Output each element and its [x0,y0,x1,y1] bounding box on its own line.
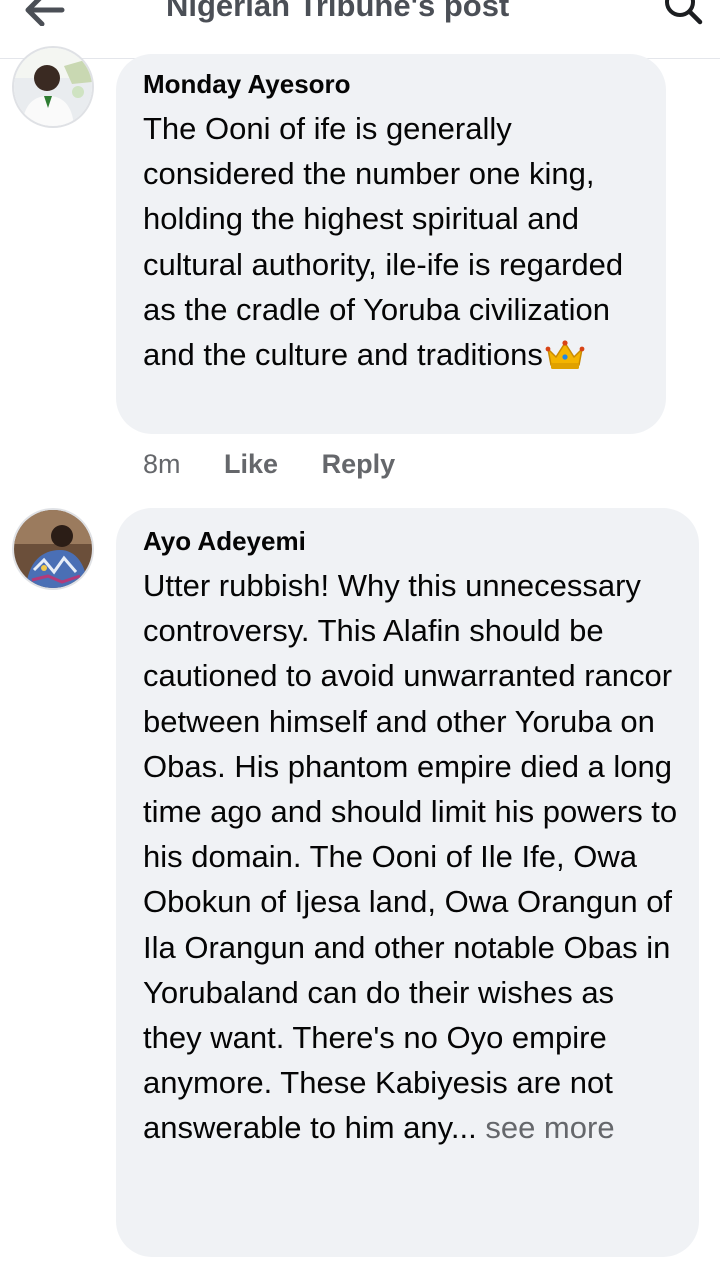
arrow-left-icon [25,0,65,27]
comment-bubble[interactable]: Monday Ayesoro The Ooni of ife is genera… [116,54,666,434]
comment-time: 8m [143,449,181,479]
comment-body: Utter rubbish! Why this unnecessary cont… [143,568,678,1146]
reply-button[interactable]: Reply [322,449,396,480]
avatar[interactable] [14,48,92,126]
see-more-link[interactable]: see more [477,1110,614,1145]
like-button[interactable]: Like [224,449,278,480]
page-title: Nigerian Tribune's post [166,0,510,23]
comment-author[interactable]: Ayo Adeyemi [143,525,679,557]
comment-actions: 8m Like Reply [143,449,395,480]
search-button[interactable] [660,0,704,30]
search-icon [665,0,703,25]
crown-icon [545,338,585,383]
comment-author[interactable]: Monday Ayesoro [143,68,640,100]
comment-body: The Ooni of ife is generally considered … [143,111,624,373]
comment-bubble[interactable]: Ayo Adeyemi Utter rubbish! Why this unne… [116,508,699,1257]
comment-text: Utter rubbish! Why this unnecessary cont… [143,563,679,1151]
top-bar: Nigerian Tribune's post [0,0,720,59]
back-button[interactable] [22,0,70,27]
avatar[interactable] [14,510,92,588]
comment-text: The Ooni of ife is generally considered … [143,106,640,383]
